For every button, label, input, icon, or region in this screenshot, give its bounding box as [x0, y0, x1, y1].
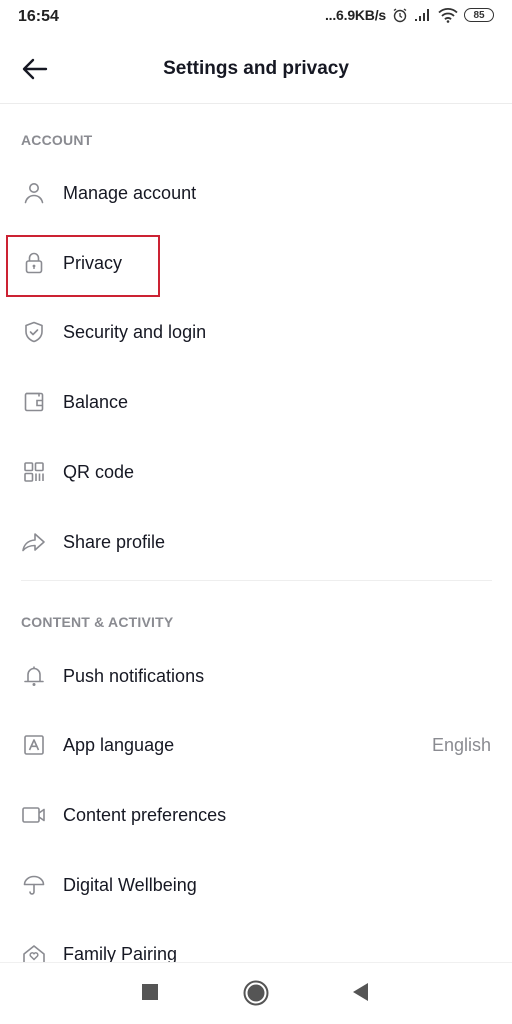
language-icon: [21, 732, 47, 758]
qr-code-icon: [21, 459, 47, 485]
menu-item-share-profile[interactable]: Share profile: [0, 516, 512, 568]
menu-item-label: QR code: [63, 461, 135, 482]
menu-item-label: Digital Wellbeing: [63, 874, 197, 895]
status-bar: 16:54 ...6.9KB/s 85: [0, 0, 512, 36]
back-triangle-icon: [353, 983, 369, 1001]
shield-check-icon: [21, 319, 47, 345]
bell-icon: [21, 663, 47, 689]
recents-square-icon: [141, 983, 159, 1001]
menu-item-label: Push notifications: [63, 665, 205, 686]
menu-item-content-preferences[interactable]: Content preferences: [0, 789, 512, 841]
menu-item-push-notifications[interactable]: Push notifications: [0, 650, 512, 702]
wifi-icon: [438, 7, 458, 23]
menu-item-digital-wellbeing[interactable]: Digital Wellbeing: [0, 859, 512, 911]
person-icon: [21, 180, 47, 206]
home-circle-icon: [243, 980, 269, 1006]
umbrella-icon: [21, 872, 47, 898]
wallet-icon: [21, 389, 47, 415]
alarm-icon: [392, 7, 408, 23]
status-icons: ...6.9KB/s 85: [325, 7, 494, 23]
nav-header: Settings and privacy: [0, 36, 512, 104]
app-language-value: English: [431, 734, 491, 755]
menu-item-privacy[interactable]: Privacy: [0, 237, 512, 289]
status-time: 16:54: [18, 8, 59, 25]
system-nav-bar: [0, 962, 512, 1024]
menu-item-label: Privacy: [63, 252, 123, 273]
menu-item-label: Balance: [63, 391, 129, 412]
menu-item-label: Security and login: [63, 321, 207, 342]
battery-indicator: 85: [464, 8, 494, 22]
menu-item-manage-account[interactable]: Manage account: [0, 167, 512, 219]
menu-item-qr-code[interactable]: QR code: [0, 446, 512, 498]
page-title: Settings and privacy: [163, 58, 349, 79]
lock-icon: [21, 250, 47, 276]
video-camera-icon: [21, 802, 47, 828]
signal-icon: [414, 8, 432, 22]
menu-item-label: Share profile: [63, 531, 166, 552]
menu-item-balance[interactable]: Balance: [0, 376, 512, 428]
section-header-content-activity: CONTENT & ACTIVITY: [21, 614, 174, 630]
menu-item-label: Content preferences: [63, 804, 227, 825]
recents-button[interactable]: [141, 983, 159, 1001]
section-divider: [21, 580, 492, 581]
menu-item-security-and-login[interactable]: Security and login: [0, 306, 512, 358]
system-back-button[interactable]: [353, 983, 369, 1001]
share-arrow-icon: [21, 529, 47, 555]
home-button[interactable]: [243, 980, 269, 1006]
menu-item-app-language[interactable]: App language English: [0, 719, 512, 771]
network-speed: ...6.9KB/s: [324, 7, 386, 23]
section-header-account: ACCOUNT: [21, 132, 93, 148]
menu-item-label: Manage account: [63, 182, 197, 203]
menu-item-label: App language: [63, 734, 175, 755]
